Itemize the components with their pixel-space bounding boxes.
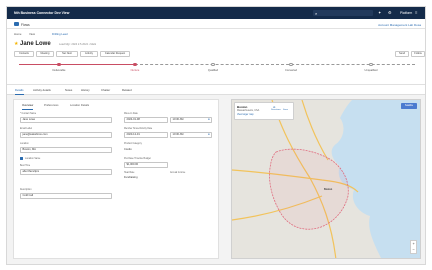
stage-remaining-line [135,64,415,65]
budget-field[interactable]: $1,000.00 [124,162,168,168]
search-icon: ⌕ [315,10,318,16]
record-tabs: Details Activity details Notes History C… [7,85,425,95]
heat-rate-label: Heat Rate [124,172,135,174]
net-next-button[interactable]: Net Next [56,51,78,57]
save-link[interactable]: Save [283,109,288,111]
subtab-overview[interactable]: Overview [22,104,34,110]
subtab-location-details[interactable]: Location Details [70,104,89,107]
location-field[interactable]: Boston, MA [20,147,112,153]
tab-history[interactable]: History [81,88,90,92]
directions-link[interactable]: Directions [271,109,281,111]
meeting-button[interactable]: Meeting [36,51,54,57]
details-form: Overview Preferences Location Details * … [13,99,219,259]
product-category-label: Product Category [124,143,142,145]
send-button[interactable]: Send [395,51,409,57]
member-since-time-field[interactable]: 10:30 AM [170,132,212,138]
zoom-in-icon[interactable]: + [413,241,415,246]
contacts-button[interactable]: Contacts [14,51,34,57]
record-header: ★ Jane Lowe Lead Mgr: 2024 2.5.2024 • Ma… [7,37,425,85]
description-field[interactable]: Cold Call [20,193,112,199]
activity-button[interactable]: Activity [80,51,98,57]
map-info-card: Boston Massachusetts, USA ➦ Directions S… [234,102,294,120]
map-type-button[interactable]: Satellite [401,103,417,109]
subnav-item[interactable]: Home [14,32,21,36]
zoom-control[interactable]: + − [410,240,417,254]
app-name[interactable]: Flows [21,23,30,27]
app-title: Nth Business Connector Dev View [14,11,70,15]
app-window: Nth Business Connector Dev View ⌕ ✦ ⚙ Pl… [6,6,426,265]
stage-dot[interactable] [57,62,61,66]
stage-dot[interactable] [289,62,293,66]
move-in-time-field[interactable]: 10:30 AM [170,117,212,123]
tab-chatter[interactable]: Chatter [101,88,110,92]
email-label: Email Label [20,128,33,130]
location-same-checkbox[interactable] [20,157,23,160]
tab-activity-details[interactable]: Activity details [33,88,51,92]
notification-icon[interactable]: ✦ [378,10,382,15]
subnav-item[interactable]: Drilling Lead [52,32,68,36]
record-subtitle: Lead Mgr: 2024 2.5.2024 • Mark [59,43,97,46]
favorite-star-icon[interactable]: ★ [14,41,18,47]
app-launcher-icon[interactable] [14,22,19,26]
zoom-out-icon[interactable]: − [413,247,415,252]
tab-related[interactable]: Related [122,88,132,92]
stage-dot[interactable] [369,62,373,66]
location-label: Location [20,143,29,145]
map-panel[interactable]: Boston Boston Massachusetts, USA ➦ Direc… [231,99,421,259]
calendar-icon[interactable]: ● [208,132,210,136]
stage-progress-line [19,64,135,65]
record-name: Jane Lowe [20,40,51,47]
product-category-value: Condo [124,148,132,151]
stage-label: Nurture [130,69,140,72]
city-map-label: Boston [324,188,333,191]
stage-dot[interactable] [211,62,215,66]
email-field[interactable]: jane@salesforce.com [20,132,112,138]
best-time-field[interactable]: after 8am/4pm [20,169,112,175]
contact-name-label: * Contact Name [20,113,37,115]
sub-nav: Home View Drilling Lead [7,29,425,37]
larger-map-link[interactable]: View larger map [237,114,254,116]
stage-label: Qualified [207,69,219,72]
annual-income-label: Annual Income [170,172,186,174]
stage-label: Converted [285,69,297,72]
calendar-request-button[interactable]: Calendar Request [100,51,130,57]
move-in-label: Move-In Date [124,113,138,115]
calendar-icon[interactable]: ● [208,117,210,121]
stage-label: Deliverable [52,69,66,72]
subtab-preferences[interactable]: Preferences [44,104,59,107]
map-canvas[interactable] [232,100,421,259]
setup-gear-icon[interactable]: ⚙ [388,10,392,15]
heat-rate-value: Fundraising [124,176,138,179]
contact-name-field[interactable]: Jane Lowe [20,117,112,123]
stage-label: Unqualified [364,69,378,72]
subnav-item[interactable]: View [29,32,35,36]
description-label: Description [20,189,32,191]
help-icon[interactable]: ≡ [415,10,417,15]
app-nav: Flows Account Management Lab Dosa [7,19,425,29]
location-same-label: Location Same [25,157,41,160]
move-in-date-field[interactable]: 2024-01-08 [124,117,168,123]
stage-dot[interactable] [133,62,137,66]
member-since-label: Member Since/Activity Date [124,128,153,130]
user-menu[interactable]: Platform [400,11,412,15]
follow-button[interactable]: Follow [411,51,425,57]
map-card-subtitle: Massachusetts, USA [237,109,260,112]
global-search-input[interactable] [313,10,373,16]
budget-label: Purchase Timeline Budget [124,158,151,160]
nav-right-link[interactable]: Account Management Lab Dosa [378,23,421,27]
member-since-date-field[interactable]: 2023-12-01 [124,132,168,138]
tab-details[interactable]: Details [15,88,24,95]
top-bar: Nth Business Connector Dev View ⌕ ✦ ⚙ Pl… [7,7,425,19]
tab-notes[interactable]: Notes [65,88,72,92]
best-time-label: Best Time [20,165,31,167]
